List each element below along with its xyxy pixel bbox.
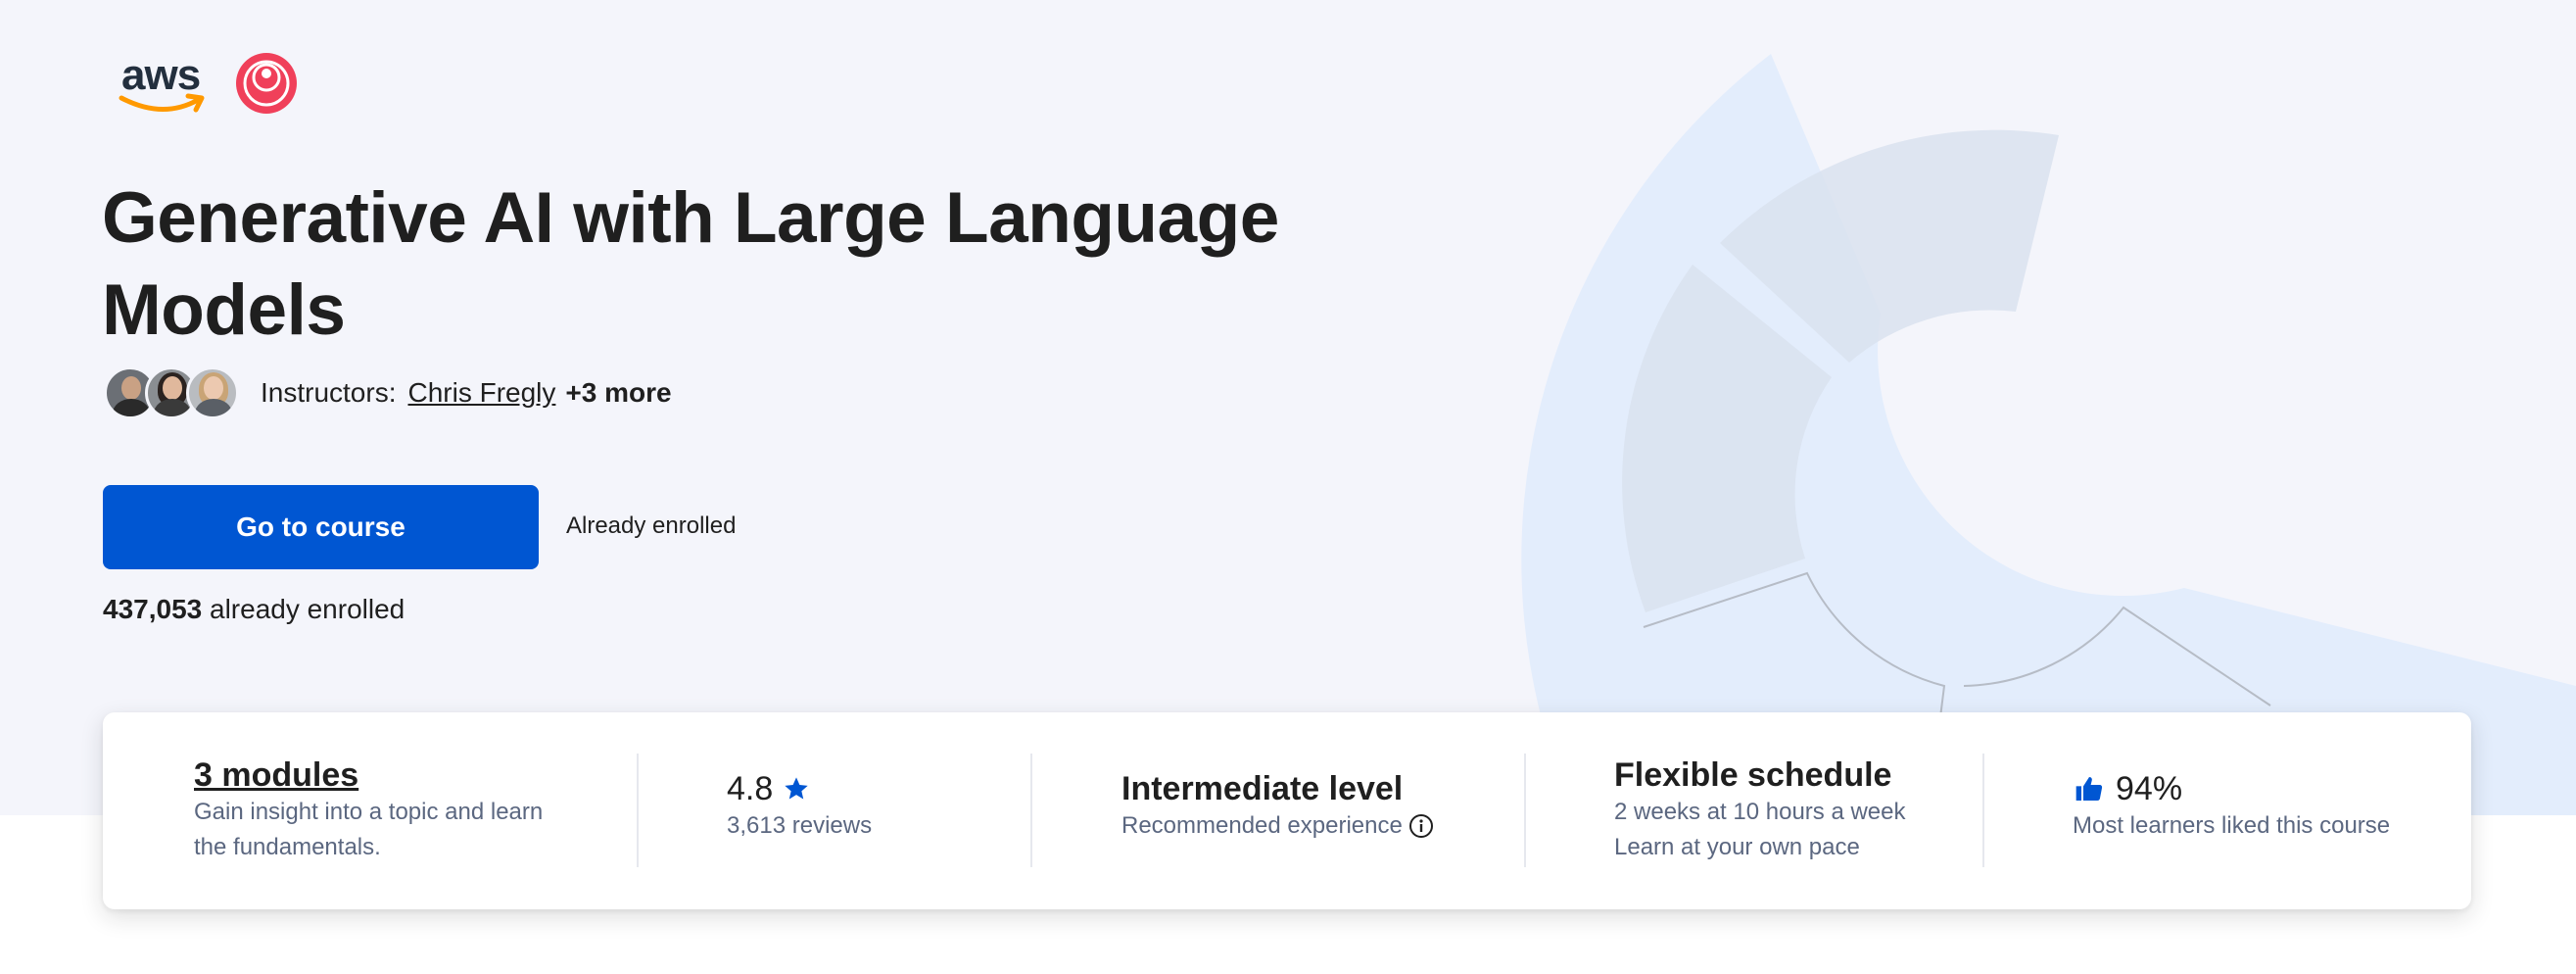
star-icon [785,777,808,800]
more-instructors-link[interactable]: +3 more [565,377,671,409]
aws-logo: aws [118,51,208,116]
instructors-label: Instructors: [261,377,397,408]
partner-logos: aws [118,51,298,116]
modules-desc-line1: Gain insight into a topic and learn [194,799,544,825]
enrollment-status: Already enrolled [566,512,737,539]
rating-value: 4.8 [727,770,774,807]
stat-schedule: Flexible schedule 2 weeks at 10 hours a … [1524,712,1982,909]
level-sub-row: Recommended experience [1121,808,1524,844]
instructors-row: Instructors: Chris Fregly +3 more [104,366,672,419]
schedule-title: Flexible schedule [1614,756,1892,794]
recommended-experience-label: Recommended experience [1121,812,1403,839]
enrolled-suffix: already enrolled [202,594,405,624]
instructor-avatars[interactable] [104,366,239,419]
level-title: Intermediate level [1121,770,1404,807]
liked-desc: Most learners liked this course [2073,812,2391,839]
stat-level: Intermediate level Recommended experienc… [1030,712,1524,909]
liked-row: 94% [2073,769,2471,808]
modules-link[interactable]: 3 modules [194,755,637,795]
enrolled-count: 437,053 already enrolled [103,594,405,625]
course-title: Generative AI with Large Language Models [102,178,1279,350]
go-to-course-button[interactable]: Go to course [103,485,539,569]
reviews-count: 3,613 reviews [727,812,873,839]
stat-liked: 94% Most learners liked this course [1982,712,2471,909]
info-icon[interactable] [1408,813,1434,839]
liked-percent: 94% [2116,770,2183,807]
enrolled-number: 437,053 [103,594,203,624]
schedule-line1: 2 weeks at 10 hours a week [1614,799,1906,825]
stat-rating: 4.8 3,613 reviews [637,712,1030,909]
deeplearning-ai-logo-icon [236,53,297,114]
modules-desc-line2: the fundamentals. [194,834,381,860]
hero-banner: aws Generative AI with Large Language Mo… [0,0,2576,815]
schedule-line2: Learn at your own pace [1614,834,1860,860]
thumbs-up-icon [2075,777,2103,801]
rating-row: 4.8 [727,769,1030,808]
instructor-link-chris-fregly[interactable]: Chris Fregly [407,377,555,409]
aws-smile-icon [119,93,205,113]
course-info-card: 3 modules Gain insight into a topic and … [103,712,2471,909]
stat-modules: 3 modules Gain insight into a topic and … [103,712,637,909]
avatar[interactable] [186,366,239,419]
